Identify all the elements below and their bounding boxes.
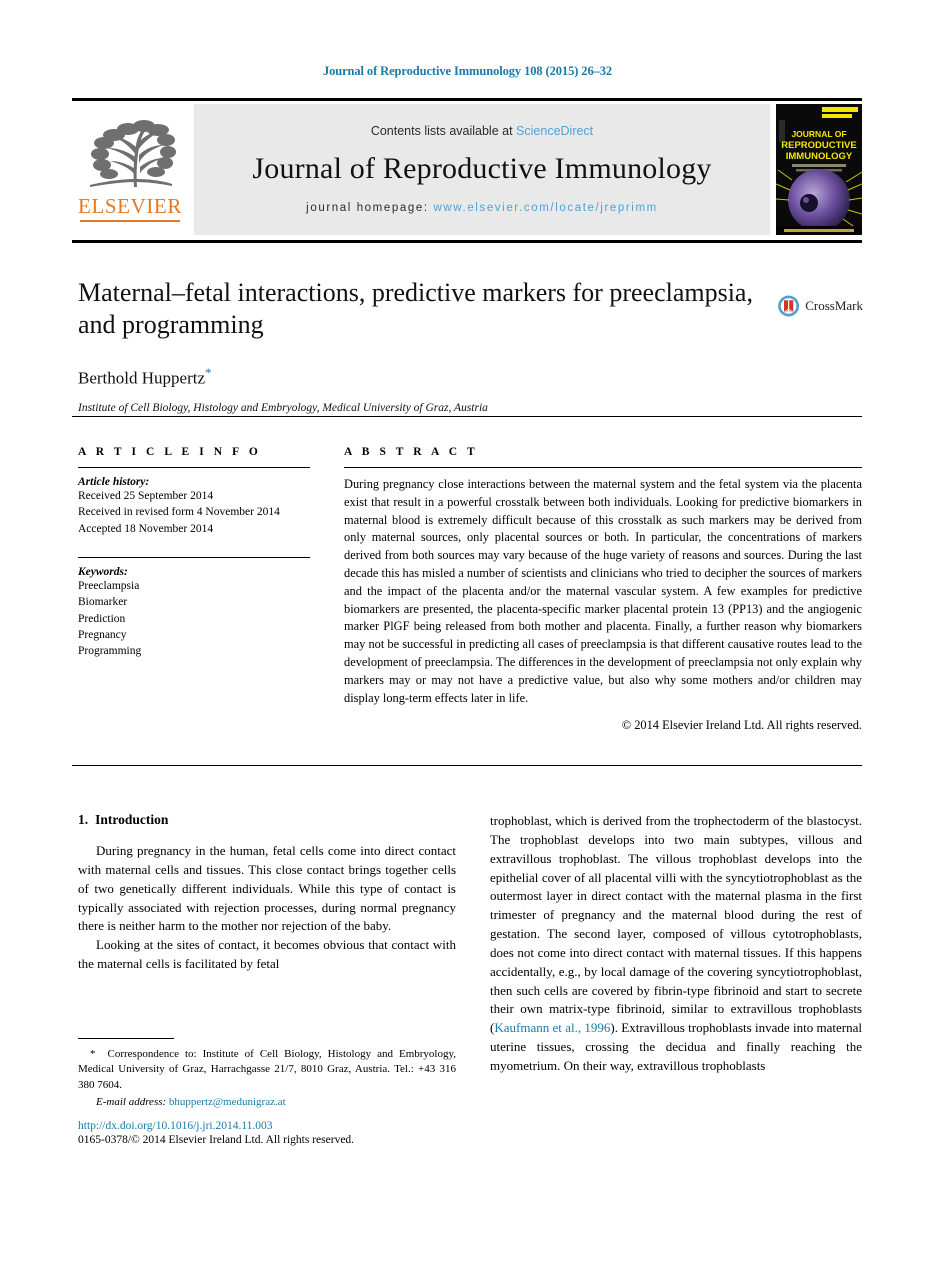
article-info-rule: [78, 467, 310, 468]
svg-text:IMMUNOLOGY: IMMUNOLOGY: [786, 151, 853, 162]
running-head: Journal of Reproductive Immunology 108 (…: [322, 64, 613, 78]
paragraph: Looking at the sites of contact, it beco…: [78, 937, 456, 972]
section-title: Introduction: [95, 812, 169, 827]
svg-text:JOURNAL OF: JOURNAL OF: [791, 129, 846, 139]
abstract-bottom-rule: [72, 765, 862, 766]
footer-block: http://dx.doi.org/10.1016/j.jri.2014.11.…: [78, 1120, 478, 1146]
elsevier-underline: [80, 220, 180, 222]
contents-prefix: Contents lists available at: [370, 123, 513, 138]
history-item-received: Received 25 September 2014: [78, 490, 214, 502]
body-column-left: 1. Introduction During pregnancy in the h…: [78, 812, 456, 974]
journal-title: Journal of Reproductive Immunology: [252, 151, 712, 185]
journal-homepage-line: journal homepage: www.elsevier.com/locat…: [306, 202, 658, 214]
history-item-revised: Received in revised form 4 November 2014: [78, 506, 280, 519]
issn-copyright-line: 0165-0378/© 2014 Elsevier Ireland Ltd. A…: [78, 1134, 355, 1146]
cover-artwork: JOURNAL OF REPRODUCTIVE IMMUNOLOGY: [776, 104, 862, 235]
abstract-heading: A B S T R A C T: [344, 446, 479, 458]
email-link[interactable]: bhuppertz@medunigraz.at: [169, 1096, 286, 1108]
email-label: E-mail address:: [96, 1096, 167, 1109]
sciencedirect-link[interactable]: ScienceDirect: [516, 124, 593, 138]
abstract-copyright: © 2014 Elsevier Ireland Ltd. All rights …: [621, 718, 862, 733]
crossmark-label: CrossMark: [805, 298, 863, 313]
keywords-rule: [78, 556, 310, 558]
correspondence-text: * Correspondence to: Institute of Cell B…: [78, 1047, 456, 1093]
info-top-rule: [72, 416, 862, 417]
journal-cover-thumbnail: JOURNAL OF REPRODUCTIVE IMMUNOLOGY: [776, 104, 862, 235]
correspondence-footnote: * Correspondence to: Institute of Cell B…: [78, 1038, 456, 1111]
keyword-item: Pregnancy: [78, 628, 127, 641]
elsevier-tree-icon: [90, 120, 176, 187]
footnote-divider: [78, 1038, 174, 1039]
doi-link[interactable]: http://dx.doi.org/10.1016/j.jri.2014.11.…: [78, 1120, 478, 1132]
body-column-right: trophoblast, which is derived from the t…: [490, 812, 862, 1076]
paragraph-part-before-citation: trophoblast, which is derived from the t…: [490, 813, 862, 1036]
abstract-text: During pregnancy close interactions betw…: [344, 477, 862, 705]
section-number: 1.: [78, 812, 89, 827]
journal-masthead: ELSEVIER Contents lists available at Sci…: [72, 98, 862, 235]
journal-band: Contents lists available at ScienceDirec…: [194, 104, 770, 235]
author-footnote-marker[interactable]: *: [205, 365, 212, 380]
contents-available-line: Contents lists available at ScienceDirec…: [371, 124, 593, 138]
paragraph: During pregnancy in the human, fetal cel…: [78, 843, 456, 934]
homepage-url-link[interactable]: www.elsevier.com/locate/jreprimm: [433, 202, 657, 214]
svg-text:REPRODUCTIVE: REPRODUCTIVE: [781, 140, 856, 151]
citation-link[interactable]: Kaufmann et al., 1996: [494, 1020, 610, 1035]
correspondence-body: Correspondence to: Institute of Cell Bio…: [78, 1048, 456, 1091]
page-title: Maternal–fetal interactions, predictive …: [78, 278, 753, 340]
paper-page: Journal of Reproductive Immunology 108 (…: [0, 0, 935, 1266]
author-name: Berthold Huppertz*: [78, 365, 758, 389]
author-label: Berthold Huppertz: [78, 369, 205, 389]
history-item-accepted: Accepted 18 November 2014: [78, 522, 214, 535]
keyword-item: Prediction: [78, 612, 126, 625]
crossmark-icon: [778, 295, 800, 317]
abstract-column: A B S T R A C T During pregnancy close i…: [344, 446, 862, 733]
article-history-label: Article history:: [78, 476, 150, 488]
keywords-label: Keywords:: [78, 565, 128, 578]
elsevier-logo: ELSEVIER: [72, 104, 188, 235]
homepage-label: journal homepage:: [306, 201, 429, 214]
elsevier-wordmark: ELSEVIER: [78, 194, 182, 218]
title-top-rule: [72, 240, 862, 243]
author-affiliation: Institute of Cell Biology, Histology and…: [78, 402, 488, 415]
keyword-item: Programming: [78, 645, 142, 658]
email-line: E-mail address: bhuppertz@medunigraz.at: [78, 1095, 456, 1110]
article-info-column: A R T I C L E I N F O Article history: R…: [78, 446, 310, 660]
article-info-heading: A R T I C L E I N F O: [78, 446, 262, 458]
footnote-marker: *: [90, 1048, 96, 1060]
paragraph: trophoblast, which is derived from the t…: [490, 812, 862, 1076]
keyword-item: Preeclampsia: [78, 579, 140, 592]
section-heading-introduction: 1. Introduction: [78, 812, 456, 828]
article-head: Maternal–fetal interactions, predictive …: [78, 277, 758, 414]
keyword-item: Biomarker: [78, 596, 128, 609]
abstract-rule: [344, 467, 862, 468]
crossmark-badge[interactable]: CrossMark: [777, 283, 863, 329]
